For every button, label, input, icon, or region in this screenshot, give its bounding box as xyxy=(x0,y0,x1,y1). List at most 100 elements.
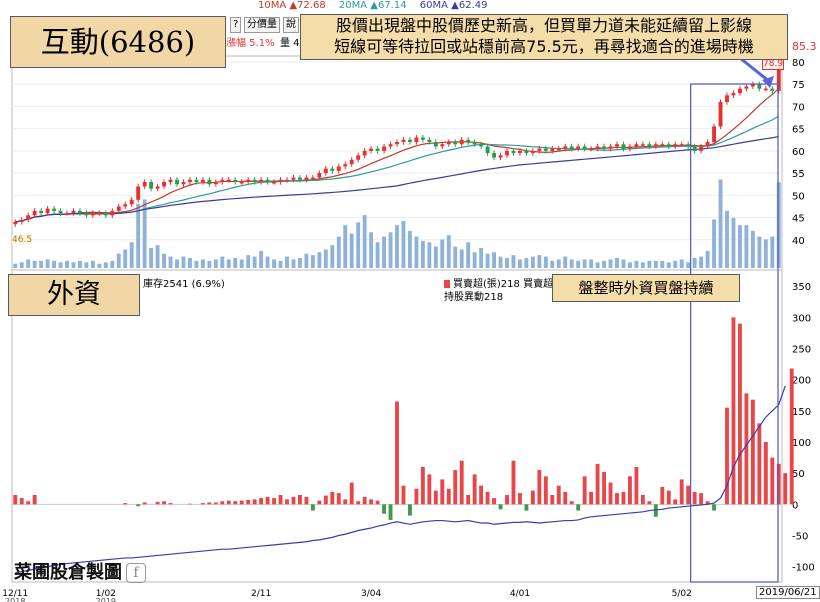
foreign-bar xyxy=(615,493,619,505)
foreign-bar xyxy=(304,496,309,505)
volume-bar xyxy=(576,260,581,268)
foreign-bar xyxy=(511,460,516,505)
volume-bar xyxy=(162,253,166,268)
candle-body xyxy=(420,137,425,140)
foreign-bar xyxy=(375,500,380,505)
volume-bar xyxy=(220,256,225,268)
candle-body xyxy=(298,177,302,180)
volume-bar xyxy=(692,258,697,268)
left-price-tag: 46.5 xyxy=(12,235,33,245)
foreign-bar xyxy=(395,401,399,505)
foreign-bar xyxy=(369,499,374,505)
foreign-tick-label: 150 xyxy=(792,407,811,418)
volume-bar xyxy=(660,260,665,268)
candle-body xyxy=(84,213,89,216)
volume-bar xyxy=(45,259,50,268)
volume-bar xyxy=(433,246,438,268)
foreign-bar xyxy=(200,503,205,505)
foreign-bar xyxy=(252,499,257,505)
foreign-bar xyxy=(330,491,335,505)
candle-body xyxy=(479,144,484,147)
foreign-bar xyxy=(647,501,652,505)
foreign-bar xyxy=(660,486,665,505)
candle-body xyxy=(731,93,736,96)
volume-bar xyxy=(265,256,270,268)
candle-body xyxy=(472,142,477,145)
extra-button[interactable]: 說 xyxy=(283,17,299,33)
candle-body xyxy=(660,144,665,146)
candle-body xyxy=(213,182,218,185)
foreign-bar xyxy=(738,323,742,505)
foreign-bar xyxy=(349,482,354,505)
foreign-tick-label: 300 xyxy=(792,313,811,324)
volume-bar xyxy=(492,252,496,268)
volume-bar xyxy=(673,260,678,268)
volume-bar xyxy=(168,256,173,268)
help-button[interactable]: ? xyxy=(230,17,242,33)
foreign-bar xyxy=(621,491,626,505)
main-annotation: 股價出現盤中股價歷史新高，但買單力道未能延續留上影線 短線可等待拉回或站穩前高7… xyxy=(300,14,788,60)
candle-body xyxy=(408,139,412,142)
volume-bar xyxy=(628,262,632,268)
foreign-bar xyxy=(168,503,173,505)
volume-bar xyxy=(19,262,24,268)
volume-bar xyxy=(427,242,432,268)
foreign-bar xyxy=(563,491,568,505)
price-tick-label: 55 xyxy=(792,169,805,180)
candle-body xyxy=(543,148,548,151)
volume-bar xyxy=(718,179,723,268)
candle-body xyxy=(162,182,166,187)
foreign-bar xyxy=(356,501,361,505)
foreign-bar xyxy=(472,474,477,505)
foreign-bar xyxy=(524,504,529,511)
foreign-annotation: 盤整時外資買盤持續 xyxy=(552,274,740,302)
volume-bar xyxy=(207,260,212,268)
candle-body xyxy=(673,144,678,147)
foreign-bar xyxy=(595,463,600,505)
volume-bar xyxy=(181,256,186,268)
candle-body xyxy=(78,210,82,214)
foreign-bar xyxy=(537,470,542,505)
volume-bar xyxy=(298,258,302,268)
foreign-bar xyxy=(272,498,276,505)
candle-body xyxy=(718,102,723,127)
volume-bar xyxy=(505,258,509,268)
volume-bar xyxy=(97,263,102,268)
foreign-bar xyxy=(505,494,509,505)
foreign-bar xyxy=(679,479,684,505)
volume-bar xyxy=(634,260,639,268)
volume-bar xyxy=(498,256,503,268)
candle-body xyxy=(233,179,238,182)
volume-bar xyxy=(310,255,315,268)
candle-body xyxy=(291,177,296,180)
candle-body xyxy=(744,86,749,89)
volume-bar xyxy=(369,232,374,268)
foreign-tick-label: 250 xyxy=(792,345,811,356)
candle-body xyxy=(498,155,503,158)
candle-body xyxy=(395,142,399,145)
volume-bar xyxy=(479,248,484,268)
volume-bar xyxy=(58,262,63,268)
candle-body xyxy=(310,177,315,180)
candle-body xyxy=(446,142,451,145)
volume-bar xyxy=(116,253,121,268)
candle-body xyxy=(207,179,212,185)
candle-body xyxy=(181,182,186,185)
candle-body xyxy=(388,144,393,147)
volume-bar xyxy=(738,225,742,268)
candle-body xyxy=(401,139,406,142)
volume-bar xyxy=(420,240,425,268)
foreign-bar xyxy=(485,491,490,505)
volume-bar xyxy=(330,245,335,268)
foreign-bar xyxy=(634,466,639,505)
foreign-bar xyxy=(466,494,471,505)
price-volume-button[interactable]: 分價量 xyxy=(244,17,280,33)
foreign-bar xyxy=(628,476,632,505)
foreign-bar xyxy=(265,496,270,505)
foreign-bar xyxy=(388,504,393,520)
foreign-bar xyxy=(408,504,412,516)
candle-body xyxy=(26,215,31,220)
candle-body xyxy=(149,182,154,189)
candle-body xyxy=(485,146,490,154)
volume-bar xyxy=(666,262,671,268)
